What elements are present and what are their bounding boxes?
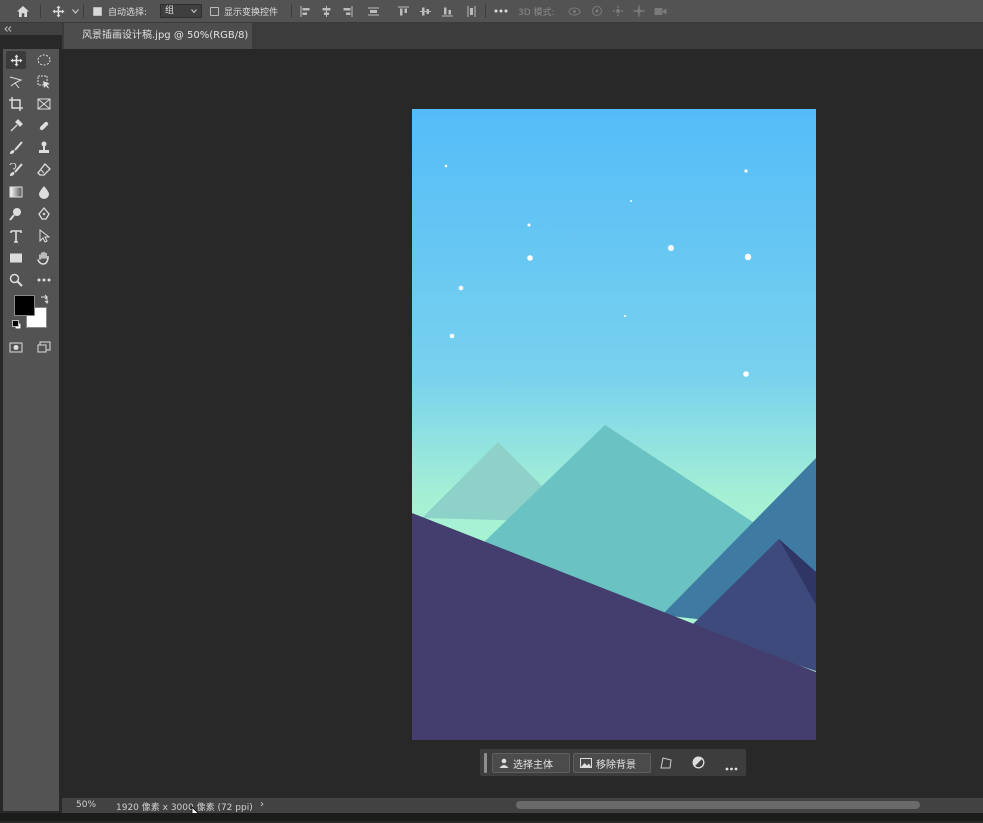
show-transform-checkbox[interactable] bbox=[208, 0, 220, 22]
select-subject-button[interactable]: 选择主体 bbox=[492, 753, 570, 773]
move-tool-icon[interactable] bbox=[6, 51, 26, 69]
type-icon[interactable] bbox=[6, 227, 26, 245]
options-bar: 自动选择: 组 显示变换控件 3D 模式: bbox=[0, 0, 983, 23]
eyedropper-icon[interactable] bbox=[6, 117, 26, 135]
edit-toolbar-icon[interactable] bbox=[34, 271, 54, 289]
align-bottom-edges-icon[interactable] bbox=[440, 0, 454, 22]
move-tool-icon[interactable] bbox=[48, 0, 68, 22]
dodge-icon[interactable] bbox=[6, 205, 26, 223]
auto-select-value: 组 bbox=[165, 6, 175, 16]
drag-handle[interactable] bbox=[484, 753, 487, 773]
align-right-edges-icon[interactable] bbox=[340, 0, 354, 22]
landscape-illustration bbox=[412, 109, 816, 740]
tool-preset-chevron-down-icon[interactable] bbox=[70, 0, 80, 22]
3d-pan-icon bbox=[610, 0, 626, 22]
crop-icon[interactable] bbox=[6, 95, 26, 113]
person-icon bbox=[499, 758, 509, 768]
3d-mode-label: 3D 模式: bbox=[518, 7, 555, 18]
document-info: 1920 像素 x 3000 像素 (72 ppi) bbox=[116, 803, 253, 813]
path-selection-icon[interactable] bbox=[34, 227, 54, 245]
distribute-horizontal-icon[interactable] bbox=[464, 0, 478, 22]
zoom-level[interactable]: 50% bbox=[76, 800, 96, 810]
tools-panel bbox=[3, 49, 59, 811]
more-icon[interactable] bbox=[725, 761, 738, 774]
history-brush-icon[interactable] bbox=[6, 161, 26, 179]
align-top-edges-icon[interactable] bbox=[396, 0, 410, 22]
3d-orbit-icon bbox=[566, 0, 582, 22]
blur-icon[interactable] bbox=[34, 183, 54, 201]
spot-healing-brush-icon[interactable] bbox=[34, 117, 54, 135]
taskbar-strip bbox=[0, 813, 983, 821]
select-subject-label: 选择主体 bbox=[513, 759, 553, 771]
document-tab-bar: 风景插画设计稿.jpg @ 50%(RGB/8) bbox=[62, 23, 983, 49]
adjustment-icon[interactable] bbox=[692, 756, 705, 772]
artwork-canvas[interactable] bbox=[412, 109, 816, 740]
remove-background-label: 移除背景 bbox=[596, 759, 636, 771]
chevron-down-icon bbox=[191, 9, 197, 13]
elliptical-marquee-icon[interactable] bbox=[34, 51, 54, 69]
object-selection-icon[interactable] bbox=[34, 73, 54, 91]
brush-icon[interactable] bbox=[6, 139, 26, 157]
clone-stamp-icon[interactable] bbox=[34, 139, 54, 157]
horizontal-scrollbar[interactable] bbox=[516, 801, 920, 809]
document-tab[interactable]: 风景插画设计稿.jpg @ 50%(RGB/8) bbox=[64, 23, 252, 49]
distribute-icon[interactable] bbox=[366, 0, 380, 22]
more-options-icon[interactable] bbox=[492, 0, 510, 22]
auto-select-dropdown[interactable]: 组 bbox=[160, 0, 202, 22]
3d-slide-icon bbox=[631, 0, 647, 22]
status-menu-arrow[interactable]: › bbox=[260, 799, 264, 810]
3d-roll-icon bbox=[589, 0, 605, 22]
align-left-edges-icon[interactable] bbox=[298, 0, 312, 22]
toolbar-collapse-strip bbox=[0, 23, 62, 35]
image-icon bbox=[580, 758, 592, 768]
foreground-color-swatch[interactable] bbox=[14, 295, 35, 316]
auto-select-checkbox[interactable] bbox=[91, 0, 103, 22]
align-vertical-centers-icon[interactable] bbox=[418, 0, 432, 22]
frame-icon[interactable] bbox=[34, 95, 54, 113]
screen-mode-icon[interactable] bbox=[34, 338, 54, 356]
remove-background-button[interactable]: 移除背景 bbox=[573, 753, 651, 773]
rectangle-icon[interactable] bbox=[6, 249, 26, 267]
default-colors-icon[interactable] bbox=[12, 320, 22, 333]
show-transform-label: 显示变换控件 bbox=[224, 7, 279, 18]
status-bar: 50% 1920 像素 x 3000 像素 (72 ppi) › bbox=[62, 798, 983, 813]
contextual-task-bar: 选择主体 移除背景 bbox=[479, 748, 747, 777]
document-tab-title: 风景插画设计稿.jpg @ 50%(RGB/8) bbox=[82, 30, 249, 41]
pen-icon[interactable] bbox=[34, 205, 54, 223]
home-icon[interactable] bbox=[12, 0, 34, 22]
eraser-icon[interactable] bbox=[34, 161, 54, 179]
auto-select-label: 自动选择: bbox=[108, 7, 148, 18]
zoom-icon[interactable] bbox=[6, 271, 26, 289]
3d-camera-icon bbox=[652, 0, 668, 22]
hand-icon[interactable] bbox=[34, 249, 54, 267]
gradient-icon[interactable] bbox=[6, 183, 26, 201]
align-horizontal-centers-icon[interactable] bbox=[319, 0, 333, 22]
swap-colors-icon[interactable] bbox=[39, 294, 50, 308]
lasso-icon[interactable] bbox=[6, 73, 26, 91]
collapse-icon[interactable] bbox=[4, 26, 12, 32]
quick-mask-icon[interactable] bbox=[6, 338, 26, 356]
transform-icon[interactable] bbox=[660, 757, 672, 772]
